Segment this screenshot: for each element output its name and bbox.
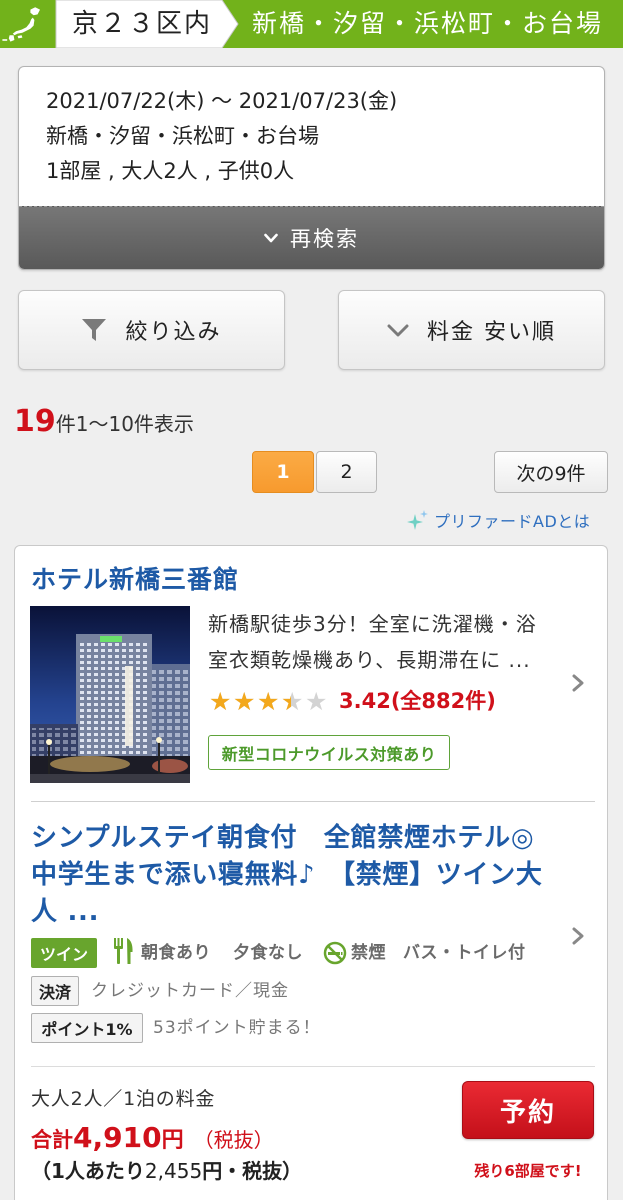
hotel-photo[interactable] <box>30 606 190 783</box>
search-conditions: 2021/07/22(木) 〜 2021/07/23(金) 新橋・汐留・浜松町・… <box>46 84 397 189</box>
price-condition: 大人2人／1泊の料金 <box>31 1088 216 1110</box>
points-text: 53ポイント貯まる！ <box>153 1018 321 1038</box>
breadcrumb-region-label: 京２３区内 <box>72 9 213 39</box>
search-summary: 2021/07/22(木) 〜 2021/07/23(金) 新橋・汐留・浜松町・… <box>18 66 605 270</box>
room-type-badge: ツイン <box>31 938 97 968</box>
result-count: 19件1〜10件表示 <box>14 400 194 448</box>
star-icon: ★★ <box>209 689 232 715</box>
bath-info: バス・トイレ付 <box>403 943 526 963</box>
research-label: 再検索 <box>290 227 359 251</box>
next-page-button[interactable]: 次の9件 <box>494 451 608 493</box>
search-dates: 2021/07/22(木) 〜 2021/07/23(金) <box>46 89 398 113</box>
page-button-2[interactable]: 2 <box>316 451 377 493</box>
breadcrumb: 京２３区内 新橋・汐留・浜松町・お台場 <box>0 0 623 48</box>
sort-label: 料金 安い順 <box>427 320 556 345</box>
japan-map-icon[interactable] <box>0 0 56 48</box>
page-button-1[interactable]: 1 <box>252 451 314 493</box>
breakfast-info: 朝食あり <box>141 943 211 963</box>
research-button[interactable]: 再検索 <box>19 206 604 269</box>
rooms-left-text: 残り6部屋です! <box>474 1162 582 1180</box>
funnel-icon <box>82 319 107 341</box>
star-icon: ★★ <box>233 689 256 715</box>
per-person-prefix: （1人あたり <box>31 1159 145 1183</box>
payment-methods: クレジットカード／現金 <box>91 981 289 1001</box>
divider <box>31 1066 595 1067</box>
filter-label: 絞り込み <box>125 320 222 345</box>
covid-measures-badge: 新型コロナウイルス対策あり <box>208 735 450 770</box>
points-badge: ポイント1% <box>31 1013 143 1043</box>
price-total-prefix: 合計 <box>31 1128 73 1152</box>
search-area: 新橋・汐留・浜松町・お台場 <box>46 124 319 148</box>
reserve-button[interactable]: 予約 <box>462 1081 594 1139</box>
sort-button[interactable]: 料金 安い順 <box>338 290 605 370</box>
dinner-info: 夕食なし <box>233 943 303 963</box>
chevron-down-icon <box>387 324 409 337</box>
no-smoking-icon <box>323 941 347 965</box>
breadcrumb-area-label: 新橋・汐留・浜松町・お台場 <box>252 9 604 38</box>
per-person-amount: 2,455 <box>144 1159 203 1183</box>
rating-stars: ★★ ★★ ★★ ★★ ★★ <box>209 689 329 715</box>
star-icon: ★★ <box>281 689 304 715</box>
rating-score[interactable]: 3.42(全882件) <box>339 686 496 716</box>
breadcrumb-region[interactable]: 京２３区内 <box>72 6 212 42</box>
hotel-card: ホテル新橋三番館 新橋駅徒歩3分！全室に洗濯機・浴室衣類乾燥機あり、長期滞在に … <box>14 545 608 1200</box>
search-guests: 1部屋 , 大人2人 , 子供0人 <box>46 159 295 183</box>
filter-button[interactable]: 絞り込み <box>18 290 285 370</box>
per-person-suffix: 円・税抜） <box>202 1159 303 1183</box>
rating-value: 3.42 <box>339 689 391 713</box>
fork-knife-icon <box>114 938 133 964</box>
breadcrumb-area: 新橋・汐留・浜松町・お台場 <box>252 6 603 42</box>
preferred-ad-link[interactable]: プリファードADとは <box>406 508 590 532</box>
star-icon: ★★ <box>257 689 280 715</box>
payment-badge: 決済 <box>31 976 79 1006</box>
hotel-name[interactable]: ホテル新橋三番館 <box>31 564 239 596</box>
chevron-right-icon[interactable] <box>571 926 585 946</box>
star-icon: ★★ <box>305 689 328 715</box>
sparkle-icon <box>407 510 428 530</box>
price-total: 合計4,910円 （税抜） <box>31 1119 274 1161</box>
price-total-amount: 4,910 <box>73 1121 162 1154</box>
result-range: 件1〜10件表示 <box>55 412 194 436</box>
chevron-down-icon <box>264 233 278 243</box>
hotel-description: 新橋駅徒歩3分！全室に洗濯機・浴室衣類乾燥機あり、長期滞在に ... <box>208 612 537 672</box>
preferred-ad-label: プリファードADとは <box>434 512 591 531</box>
review-count: (全882件) <box>390 689 496 713</box>
result-total: 19 <box>14 404 56 439</box>
chevron-right-icon[interactable] <box>571 673 585 693</box>
price-tax-note: （税抜） <box>193 1128 274 1152</box>
plan-title[interactable]: シンプルステイ朝食付 全館禁煙ホテル◎中学生まで添い寝無料♪ 【禁煙】ツイン大人… <box>31 820 551 931</box>
price-per-person: （1人あたり2,455円・税抜） <box>31 1156 302 1186</box>
divider <box>31 801 595 802</box>
price-total-unit: 円 <box>161 1128 184 1153</box>
smoking-info: 禁煙 <box>351 943 386 963</box>
